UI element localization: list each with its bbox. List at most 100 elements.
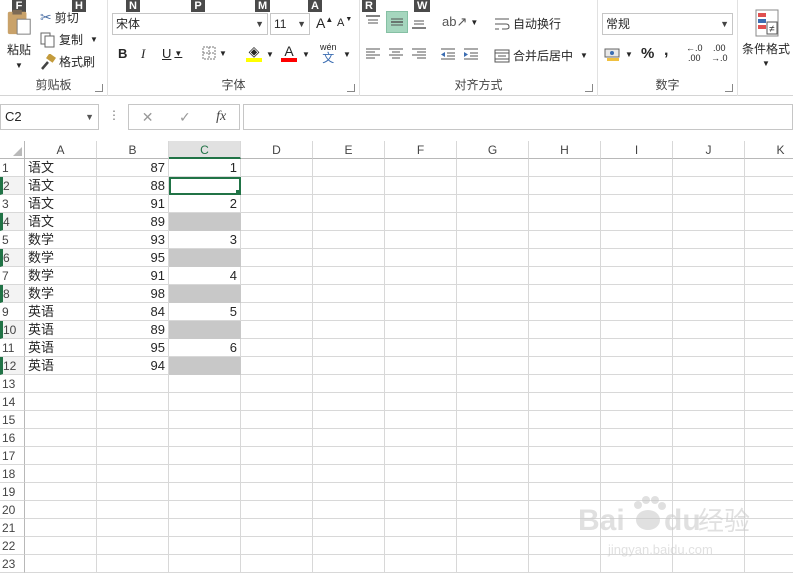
cell-c14[interactable]	[169, 393, 241, 411]
cell-e22[interactable]	[313, 537, 385, 555]
cell-b13[interactable]	[97, 375, 169, 393]
cell-e9[interactable]	[313, 303, 385, 321]
cell-g22[interactable]	[457, 537, 529, 555]
font-size-select[interactable]: 11 ▼	[270, 13, 310, 35]
cell-d2[interactable]	[241, 177, 313, 195]
cell-e16[interactable]	[313, 429, 385, 447]
cell-b15[interactable]	[97, 411, 169, 429]
cell-d4[interactable]	[241, 213, 313, 231]
increase-indent-button[interactable]	[463, 46, 479, 62]
cell-a20[interactable]	[25, 501, 97, 519]
cell-a6[interactable]: 数学	[25, 249, 97, 267]
align-bottom-button[interactable]	[411, 12, 431, 32]
cell-b9[interactable]: 84	[97, 303, 169, 321]
cell-b22[interactable]	[97, 537, 169, 555]
cell-a3[interactable]: 语文	[25, 195, 97, 213]
cell-f22[interactable]	[385, 537, 457, 555]
cell-d1[interactable]	[241, 159, 313, 177]
cell-i14[interactable]	[601, 393, 673, 411]
cell-j13[interactable]	[673, 375, 745, 393]
cell-b1[interactable]: 87	[97, 159, 169, 177]
row-header-10[interactable]: 10	[0, 321, 25, 339]
cell-h12[interactable]	[529, 357, 601, 375]
cell-f21[interactable]	[385, 519, 457, 537]
cell-g18[interactable]	[457, 465, 529, 483]
cell-j22[interactable]	[673, 537, 745, 555]
cell-k22[interactable]	[745, 537, 793, 555]
row-header-20[interactable]: 20	[0, 501, 25, 519]
cell-b10[interactable]: 89	[97, 321, 169, 339]
cell-j23[interactable]	[673, 555, 745, 573]
cell-g15[interactable]	[457, 411, 529, 429]
cell-j7[interactable]	[673, 267, 745, 285]
cell-j19[interactable]	[673, 483, 745, 501]
cell-i23[interactable]	[601, 555, 673, 573]
cell-c12[interactable]	[169, 357, 241, 375]
number-launcher-icon[interactable]	[725, 84, 733, 92]
cell-i1[interactable]	[601, 159, 673, 177]
cell-c8[interactable]	[169, 285, 241, 303]
cell-j16[interactable]	[673, 429, 745, 447]
italic-button[interactable]: I	[141, 46, 145, 62]
cell-k3[interactable]	[745, 195, 793, 213]
cell-f10[interactable]	[385, 321, 457, 339]
cell-g23[interactable]	[457, 555, 529, 573]
number-format-select[interactable]: 常规 ▼	[602, 13, 733, 35]
cell-a15[interactable]	[25, 411, 97, 429]
cell-i4[interactable]	[601, 213, 673, 231]
cell-d21[interactable]	[241, 519, 313, 537]
cell-f1[interactable]	[385, 159, 457, 177]
cell-i11[interactable]	[601, 339, 673, 357]
cell-i6[interactable]	[601, 249, 673, 267]
cell-d7[interactable]	[241, 267, 313, 285]
cell-a1[interactable]: 语文	[25, 159, 97, 177]
row-header-15[interactable]: 15	[0, 411, 25, 429]
cell-a8[interactable]: 数学	[25, 285, 97, 303]
cell-k4[interactable]	[745, 213, 793, 231]
cell-b14[interactable]	[97, 393, 169, 411]
cell-a11[interactable]: 英语	[25, 339, 97, 357]
cell-a9[interactable]: 英语	[25, 303, 97, 321]
cell-b18[interactable]	[97, 465, 169, 483]
row-header-4[interactable]: 4	[0, 213, 25, 231]
cell-c5[interactable]: 3	[169, 231, 241, 249]
align-left-button[interactable]	[365, 46, 381, 62]
cell-j3[interactable]	[673, 195, 745, 213]
cell-f4[interactable]	[385, 213, 457, 231]
cell-f3[interactable]	[385, 195, 457, 213]
chevron-down-icon[interactable]: ▼	[302, 50, 310, 59]
cell-i19[interactable]	[601, 483, 673, 501]
cell-b12[interactable]: 94	[97, 357, 169, 375]
cell-d10[interactable]	[241, 321, 313, 339]
chevron-down-icon[interactable]: ▼	[266, 50, 274, 59]
cell-d18[interactable]	[241, 465, 313, 483]
percent-button[interactable]: %	[641, 45, 654, 62]
cell-h4[interactable]	[529, 213, 601, 231]
borders-button[interactable]: ▼	[202, 46, 227, 60]
cell-i20[interactable]	[601, 501, 673, 519]
cell-i17[interactable]	[601, 447, 673, 465]
cell-c3[interactable]: 2	[169, 195, 241, 213]
cell-h3[interactable]	[529, 195, 601, 213]
cell-a21[interactable]	[25, 519, 97, 537]
cell-c20[interactable]	[169, 501, 241, 519]
cell-a18[interactable]	[25, 465, 97, 483]
cell-i18[interactable]	[601, 465, 673, 483]
cell-h21[interactable]	[529, 519, 601, 537]
cell-h17[interactable]	[529, 447, 601, 465]
cell-j17[interactable]	[673, 447, 745, 465]
cell-h1[interactable]	[529, 159, 601, 177]
cell-b3[interactable]: 91	[97, 195, 169, 213]
cell-k7[interactable]	[745, 267, 793, 285]
row-header-2[interactable]: 2	[0, 177, 25, 195]
cell-h16[interactable]	[529, 429, 601, 447]
cell-i2[interactable]	[601, 177, 673, 195]
cell-a16[interactable]	[25, 429, 97, 447]
cell-i5[interactable]	[601, 231, 673, 249]
cell-j14[interactable]	[673, 393, 745, 411]
row-header-16[interactable]: 16	[0, 429, 25, 447]
cell-f5[interactable]	[385, 231, 457, 249]
chevron-down-icon[interactable]: ▼	[343, 50, 351, 59]
cell-c13[interactable]	[169, 375, 241, 393]
row-header-23[interactable]: 23	[0, 555, 25, 573]
